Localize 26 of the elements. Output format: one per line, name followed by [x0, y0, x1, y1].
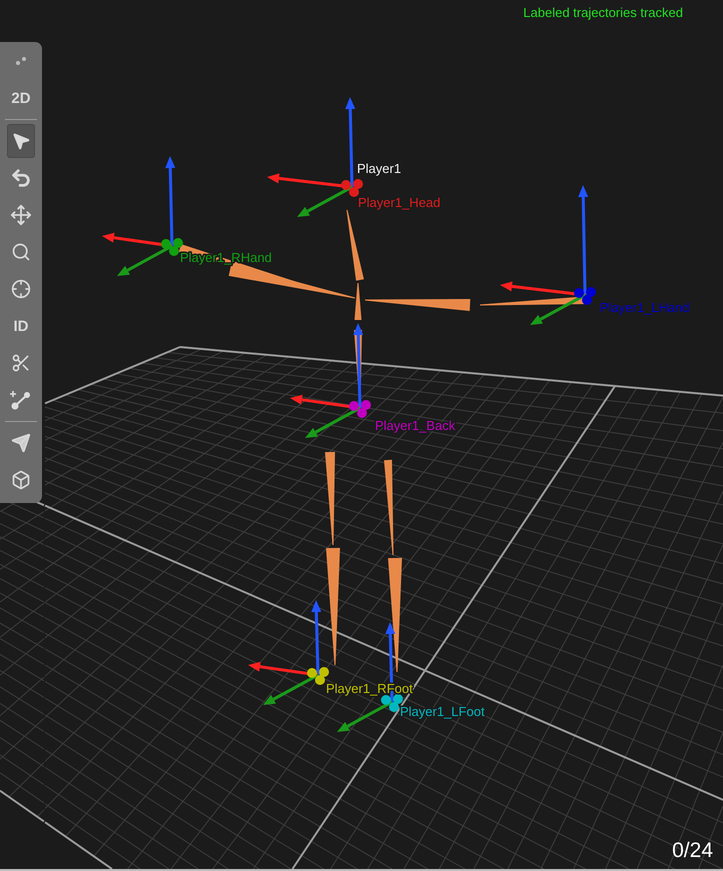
marker-cluster — [381, 694, 403, 712]
marker-cluster — [307, 667, 329, 685]
marker-cluster — [341, 179, 363, 197]
marker-label: Player1_Back — [375, 418, 456, 433]
rotate-arrow-icon — [10, 167, 32, 189]
scissors-icon — [11, 353, 31, 373]
cube-icon — [11, 470, 31, 490]
select-tool-button[interactable] — [7, 124, 35, 158]
marker-pair-icon — [15, 56, 27, 66]
marker-cluster — [574, 287, 596, 305]
move-icon — [10, 204, 32, 226]
2d-toggle-button[interactable]: 2D — [7, 81, 35, 115]
pointer-icon — [11, 131, 31, 151]
crosshair-icon — [11, 279, 31, 299]
marker-cluster — [349, 400, 371, 418]
marker-label: Player1_Head — [358, 195, 440, 210]
marker-label: Player1_LFoot — [400, 704, 485, 719]
tracking-status: Labeled trajectories tracked — [523, 5, 683, 20]
search-icon — [11, 242, 31, 262]
add-bone-icon — [10, 389, 32, 411]
id-tool-button[interactable]: ID — [7, 309, 35, 343]
marker-cluster — [161, 238, 183, 256]
paper-plane-icon — [11, 433, 31, 453]
frame-counter: 0/24 — [672, 839, 713, 863]
skeleton-name: Player1 — [357, 161, 402, 176]
marker-label: Player1_LHand — [600, 300, 690, 315]
